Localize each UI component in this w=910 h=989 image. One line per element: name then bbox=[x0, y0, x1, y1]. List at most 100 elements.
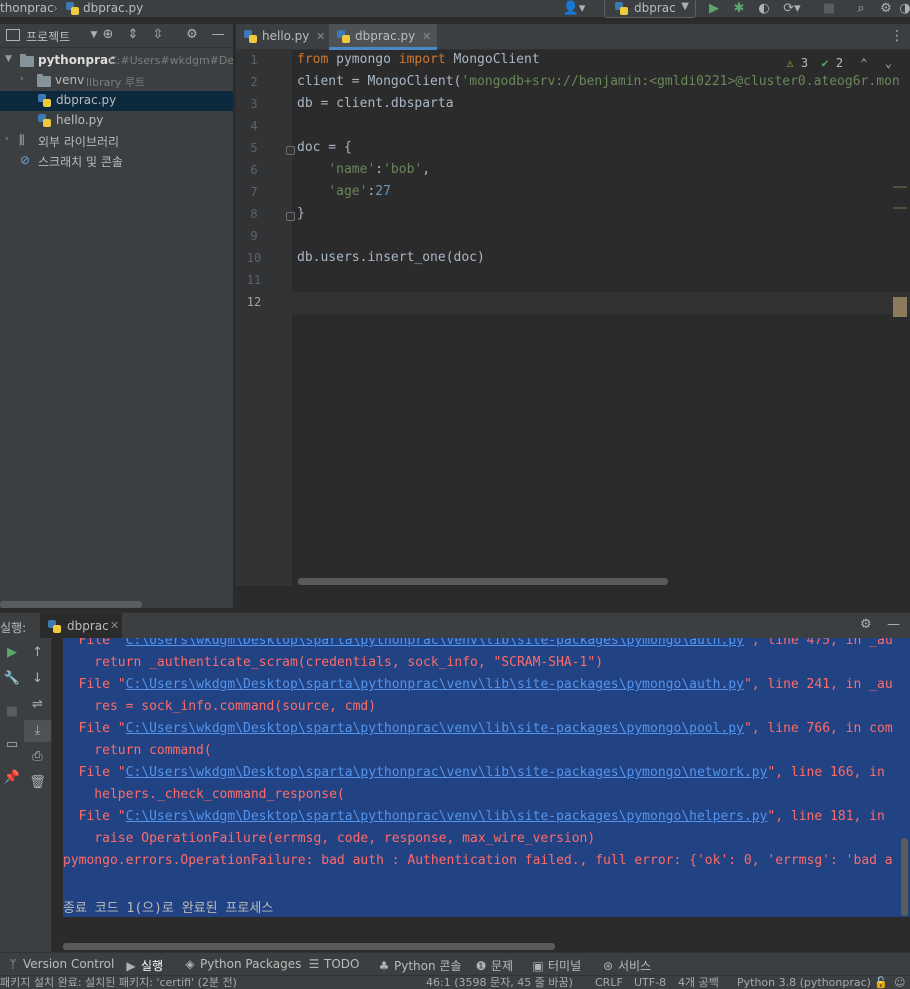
error-stripe-marker[interactable] bbox=[893, 207, 907, 209]
tool-label: TODO bbox=[324, 957, 360, 971]
chevron-down-icon[interactable]: ⌄ bbox=[885, 56, 892, 70]
stop-icon[interactable]: ■ bbox=[0, 701, 24, 723]
soft-wrap-icon[interactable]: ⇌ bbox=[24, 694, 51, 716]
tool-terminal[interactable]: ▣ 터미널 bbox=[531, 957, 581, 974]
error-stripe-marker[interactable] bbox=[893, 186, 907, 188]
console-text: File " bbox=[63, 721, 126, 736]
console-file-link[interactable]: C:\Users\wkdgm\Desktop\sparta\pythonprac… bbox=[126, 638, 744, 648]
arrow-up-icon[interactable]: ↑ bbox=[24, 642, 51, 664]
code-editor[interactable]: 1 2 3 4 5 6 7 8 9 10 11 12 from pymongo … bbox=[236, 50, 910, 608]
print-icon[interactable]: ⎙ bbox=[24, 746, 51, 768]
wrench-icon[interactable]: 🔧 bbox=[0, 668, 24, 690]
ide-features-icon[interactable]: ◑ bbox=[896, 0, 910, 18]
rerun-icon[interactable]: ▶ bbox=[0, 642, 24, 664]
locate-icon[interactable]: ⊕ bbox=[100, 27, 116, 43]
tab-dbprac-py[interactable]: dbprac.py ✕ bbox=[329, 24, 438, 50]
tool-run[interactable]: ▶ 실행 bbox=[124, 957, 163, 974]
tree-item-pythonprac[interactable]: ▼ pythonprac C:#Users#wkdgm#Des bbox=[0, 51, 233, 71]
inspection-widget[interactable]: ⚠ 3 ✔ 2 ⌃ ⌄ bbox=[786, 56, 892, 70]
run-panel-header: 실행: dbprac ✕ ⚙ — bbox=[0, 612, 910, 639]
console-file-link[interactable]: C:\Users\wkdgm\Desktop\sparta\pythonprac… bbox=[126, 721, 744, 736]
project-horizontal-scrollbar[interactable] bbox=[0, 601, 142, 608]
console-line: File "C:\Users\wkdgm\Desktop\sparta\pyth… bbox=[63, 809, 893, 824]
console-file-link[interactable]: C:\Users\wkdgm\Desktop\sparta\pythonprac… bbox=[126, 809, 768, 824]
scratches-icon: ⊘ bbox=[20, 153, 31, 167]
hide-panel-icon[interactable]: — bbox=[210, 27, 226, 43]
close-icon[interactable]: ✕ bbox=[316, 24, 325, 49]
run-tab-dbprac[interactable]: dbprac ✕ bbox=[40, 613, 122, 639]
tool-version-control[interactable]: ᛘ Version Control bbox=[6, 957, 114, 971]
tree-item-label: hello.py bbox=[56, 113, 104, 127]
tool-problems[interactable]: ❶ 문제 bbox=[474, 957, 513, 974]
tool-services[interactable]: ⊛ 서비스 bbox=[601, 957, 651, 974]
run-icon[interactable]: ▶ bbox=[705, 0, 723, 18]
tree-item-hello[interactable]: hello.py bbox=[0, 111, 233, 131]
tool-python-console[interactable]: ♣ Python 콘솔 bbox=[377, 957, 462, 974]
search-icon[interactable]: ⌕ bbox=[852, 0, 870, 18]
caret-position[interactable]: 46:1 (3598 문자, 45 줄 바꿈) bbox=[426, 976, 573, 989]
run-tab-label: dbprac bbox=[67, 619, 109, 633]
tree-item-scratches[interactable]: ⊘ 스크래치 및 콘솔 bbox=[0, 151, 233, 171]
hide-panel-icon[interactable]: — bbox=[887, 617, 900, 632]
more-options-icon[interactable]: ⋮ bbox=[890, 28, 904, 44]
console-file-link[interactable]: C:\Users\wkdgm\Desktop\sparta\pythonprac… bbox=[126, 765, 768, 780]
breadcrumb-file[interactable]: dbprac.py bbox=[83, 1, 143, 15]
coverage-icon[interactable]: ◐ bbox=[755, 0, 773, 18]
chevron-down-icon[interactable]: ▼ bbox=[5, 54, 15, 64]
tool-label: 서비스 bbox=[618, 959, 652, 973]
lock-icon[interactable]: 🔓 bbox=[874, 976, 888, 989]
layout-icon[interactable]: ▭ bbox=[0, 734, 24, 756]
tree-item-dbprac[interactable]: dbprac.py bbox=[0, 91, 233, 111]
editor-horizontal-scrollbar[interactable] bbox=[298, 578, 668, 585]
warning-count: 3 bbox=[800, 56, 809, 70]
breadcrumb-project[interactable]: thonprac bbox=[0, 1, 54, 15]
current-line-highlight bbox=[292, 292, 910, 314]
fold-marker-icon[interactable] bbox=[286, 146, 295, 155]
settings-icon[interactable]: ⚙ bbox=[877, 0, 895, 18]
pin-icon[interactable]: 📌 bbox=[0, 767, 24, 789]
indent-setting[interactable]: 4개 공백 bbox=[678, 976, 719, 989]
close-icon[interactable]: ✕ bbox=[422, 24, 431, 49]
profile-icon[interactable]: ⟳▾ bbox=[780, 0, 804, 18]
scroll-to-end-icon[interactable]: ⤓ bbox=[24, 720, 51, 742]
branch-icon: ᛘ bbox=[9, 957, 17, 971]
line-number-gutter: 1 2 3 4 5 6 7 8 9 10 11 12 bbox=[236, 50, 295, 586]
expand-all-icon[interactable]: ⇕ bbox=[125, 27, 141, 43]
arrow-down-icon[interactable]: ↓ bbox=[24, 668, 51, 690]
gear-icon[interactable]: ⚙ bbox=[860, 617, 872, 632]
run-config-select[interactable]: dbprac ▼ bbox=[604, 0, 696, 18]
chevron-right-icon[interactable]: › bbox=[5, 134, 15, 144]
status-message[interactable]: 패키지 설치 완료: 설치된 패키지: 'certifi' (2분 전) bbox=[0, 976, 237, 989]
project-panel-icon bbox=[6, 29, 20, 41]
console-error-line: pymongo.errors.OperationFailure: bad aut… bbox=[63, 853, 893, 868]
scroll-position-marker[interactable] bbox=[893, 297, 907, 317]
tab-hello-py[interactable]: hello.py ✕ bbox=[236, 24, 331, 50]
project-panel-title[interactable]: 프로젝트 bbox=[26, 28, 70, 45]
console-text: ", line 766, in com bbox=[743, 721, 893, 736]
collapse-all-icon[interactable]: ⇳ bbox=[150, 27, 166, 43]
chevron-right-icon[interactable]: › bbox=[20, 74, 30, 84]
console-horizontal-scrollbar[interactable] bbox=[63, 943, 555, 950]
tool-todo[interactable]: ☰ TODO bbox=[307, 957, 360, 971]
close-icon[interactable]: ✕ bbox=[110, 619, 119, 632]
fold-marker-icon[interactable] bbox=[286, 212, 295, 221]
chevron-up-icon[interactable]: ⌃ bbox=[860, 56, 867, 70]
gear-icon[interactable]: ⚙ bbox=[184, 27, 200, 43]
tool-python-packages[interactable]: ◈ Python Packages bbox=[183, 957, 301, 971]
tree-item-venv[interactable]: › venv library 루트 bbox=[0, 71, 233, 91]
run-console[interactable]: File "C:\Users\wkdgm\Desktop\sparta\pyth… bbox=[52, 638, 910, 952]
debug-icon[interactable]: ✱ bbox=[730, 0, 748, 18]
console-file-link[interactable]: C:\Users\wkdgm\Desktop\sparta\pythonprac… bbox=[126, 677, 744, 692]
console-vertical-scrollbar[interactable] bbox=[901, 838, 908, 916]
code-text: client = MongoClient( bbox=[297, 74, 462, 89]
console-text: File " bbox=[63, 765, 126, 780]
tree-item-external-libraries[interactable]: › ⫼ 외부 라이브러리 bbox=[0, 131, 233, 151]
stop-icon[interactable]: ■ bbox=[820, 0, 838, 18]
file-encoding[interactable]: UTF-8 bbox=[634, 976, 666, 989]
python-interpreter[interactable]: Python 3.8 (pythonprac) bbox=[737, 976, 871, 989]
number-literal: 27 bbox=[375, 184, 391, 199]
notifications-icon[interactable]: ☺ bbox=[894, 976, 905, 989]
trash-icon[interactable]: 🗑 bbox=[24, 772, 51, 794]
line-separator[interactable]: CRLF bbox=[595, 976, 623, 989]
user-icon[interactable]: 👤▾ bbox=[560, 0, 588, 18]
